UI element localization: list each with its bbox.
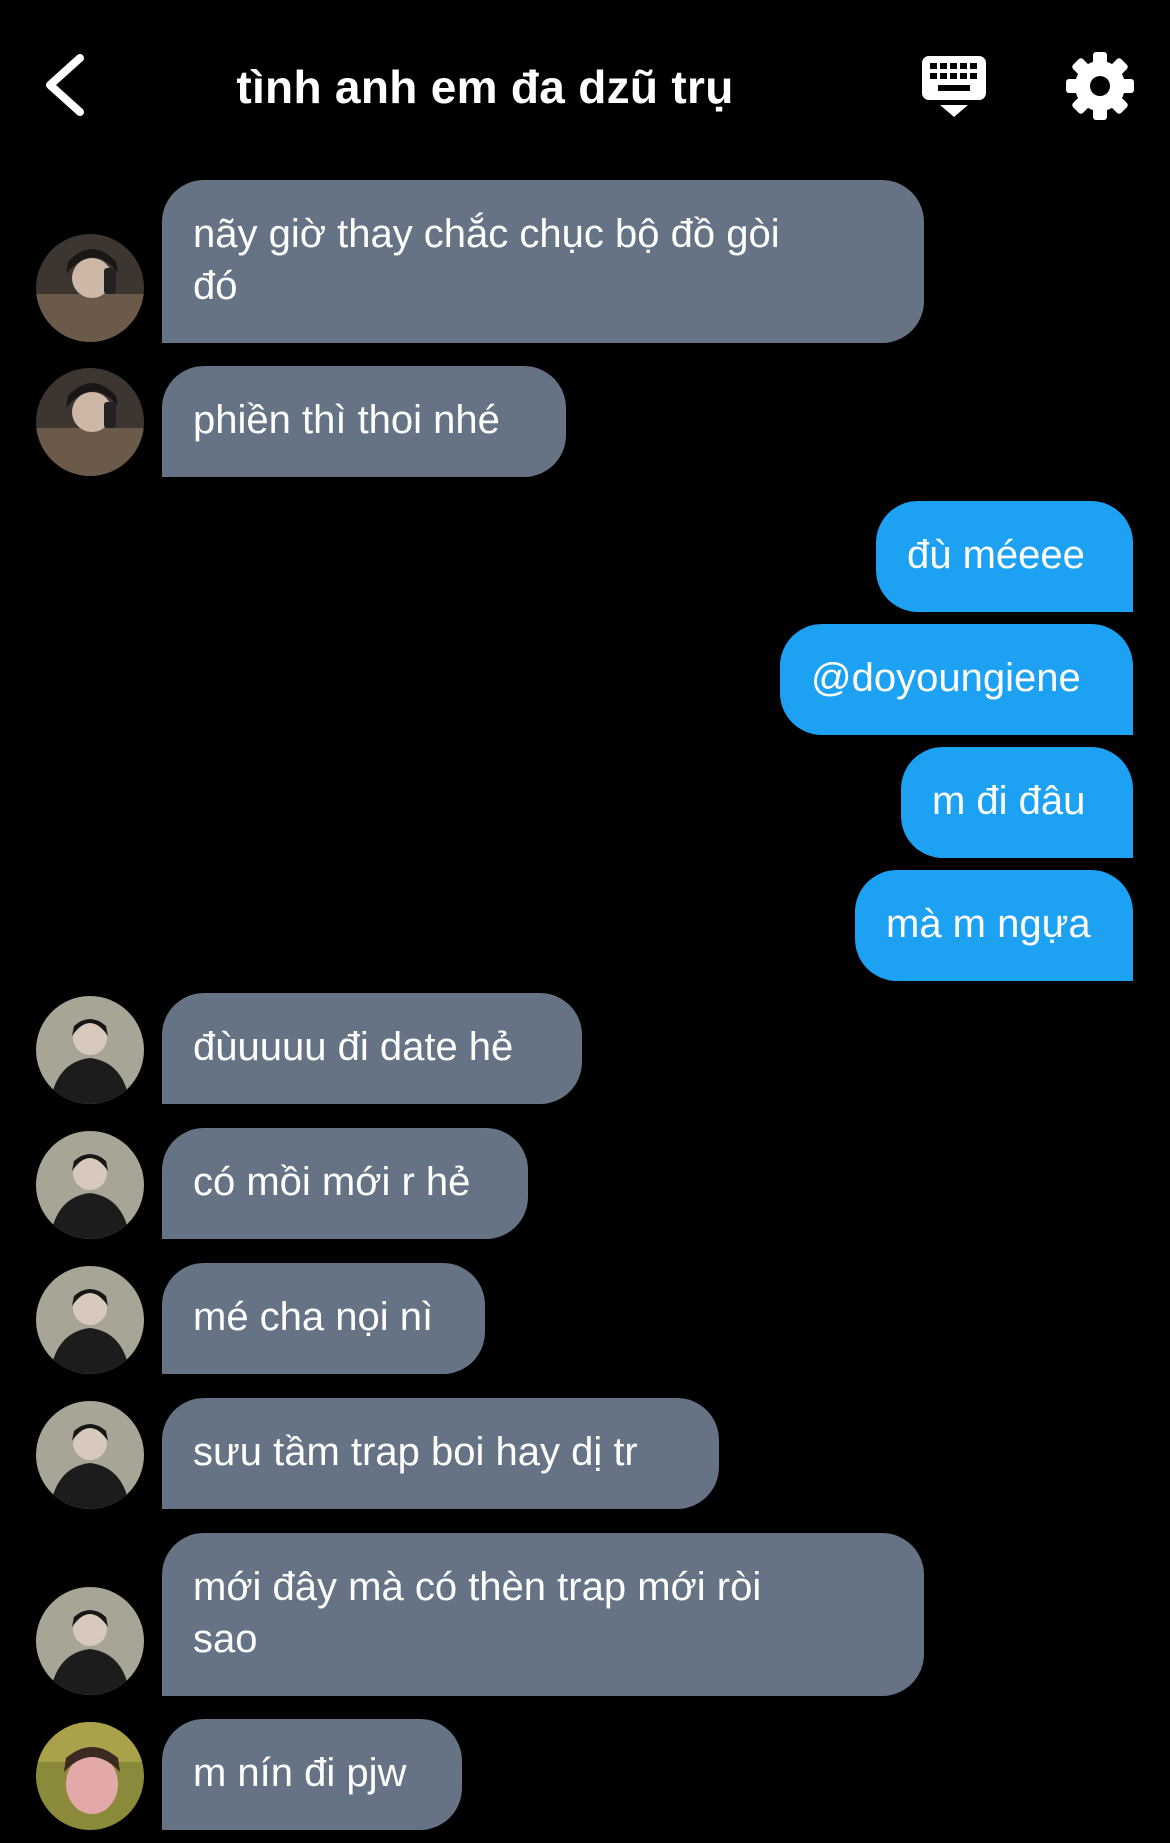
user-a-avatar-icon	[36, 368, 144, 476]
avatar[interactable]	[36, 1266, 144, 1374]
user-a-avatar-icon	[36, 234, 144, 342]
message-bubble[interactable]: @doyoungiene	[780, 624, 1133, 735]
user-b-avatar-icon	[36, 1266, 144, 1374]
message-bubble[interactable]: sưu tầm trap boi hay dị tr	[162, 1398, 719, 1509]
avatar[interactable]	[36, 1401, 144, 1509]
user-c-avatar-icon	[36, 1722, 144, 1830]
avatar[interactable]	[36, 1131, 144, 1239]
message-bubble[interactable]: đùuuuu đi date hẻ	[162, 993, 582, 1104]
message-bubble[interactable]: m đi đâu	[901, 747, 1133, 858]
avatar[interactable]	[36, 368, 144, 476]
message-bubble[interactable]: nãy giờ thay chắc chục bộ đồ gòi đó	[162, 180, 924, 343]
user-b-avatar-icon	[36, 1587, 144, 1695]
message-bubble[interactable]: mà m ngựa	[855, 870, 1133, 981]
message-list[interactable]: nãy giờ thay chắc chục bộ đồ gòi đó phiề…	[0, 0, 1170, 1843]
message-bubble[interactable]: mé cha nọi nì	[162, 1263, 485, 1374]
avatar[interactable]	[36, 1587, 144, 1695]
message-bubble[interactable]: phiền thì thoi nhé	[162, 366, 566, 477]
user-b-avatar-icon	[36, 1401, 144, 1509]
avatar[interactable]	[36, 234, 144, 342]
user-b-avatar-icon	[36, 1131, 144, 1239]
message-bubble[interactable]: m nín đi pjw	[162, 1719, 462, 1830]
message-bubble[interactable]: có mồi mới r hẻ	[162, 1128, 528, 1239]
message-bubble[interactable]: mới đây mà có thèn trap mới ròi sao	[162, 1533, 924, 1696]
message-bubble[interactable]: đù méeee	[876, 501, 1133, 612]
user-b-avatar-icon	[36, 996, 144, 1104]
avatar[interactable]	[36, 996, 144, 1104]
avatar[interactable]	[36, 1722, 144, 1830]
